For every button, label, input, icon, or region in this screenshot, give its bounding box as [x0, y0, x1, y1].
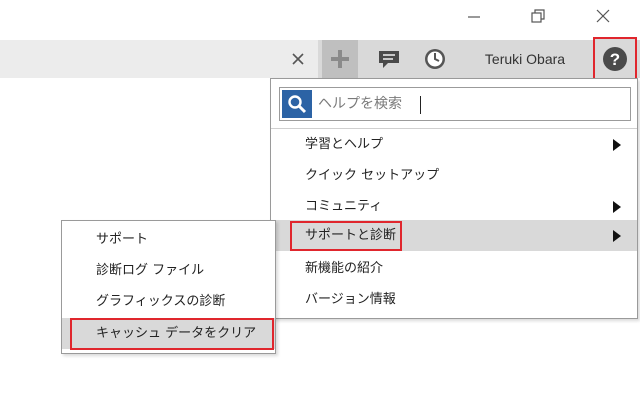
- menu-item-label: コミュニティ: [305, 199, 383, 214]
- submenu-arrow-icon: [613, 201, 621, 213]
- close-window-button[interactable]: [589, 6, 617, 28]
- menu-item-quick-setup[interactable]: クイック セットアップ: [271, 160, 637, 191]
- submenu-item-label: 診断ログ ファイル: [96, 263, 205, 278]
- help-search-box: [279, 87, 631, 121]
- clock-icon: [425, 49, 445, 69]
- support-submenu: サポート 診断ログ ファイル グラフィックスの診断 キャッシュ データをクリア: [61, 220, 276, 354]
- submenu-arrow-icon: [613, 139, 621, 151]
- question-circle-icon: ?: [603, 47, 627, 71]
- close-tab-icon: [292, 53, 304, 65]
- user-name[interactable]: Teruki Obara: [465, 40, 585, 78]
- menu-item-support-diagnostics[interactable]: サポートと診断: [271, 220, 637, 251]
- menu-item-label: サポートと診断: [305, 228, 397, 243]
- submenu-item-label: サポート: [96, 232, 149, 247]
- help-search-input[interactable]: [318, 91, 618, 117]
- menu-item-label: 新機能の紹介: [305, 261, 384, 276]
- submenu-item-clear-cache[interactable]: キャッシュ データをクリア: [62, 318, 275, 350]
- restore-button[interactable]: [524, 6, 552, 28]
- close-tab-button[interactable]: [288, 49, 308, 69]
- search-button[interactable]: [282, 90, 312, 118]
- menu-item-whats-new[interactable]: 新機能の紹介: [271, 253, 637, 284]
- text-caret: [420, 96, 421, 114]
- menu-item-version-info[interactable]: バージョン情報: [271, 284, 637, 315]
- minimize-icon: [468, 16, 480, 18]
- submenu-item-support[interactable]: サポート: [62, 224, 275, 255]
- menu-item-community[interactable]: コミュニティ: [271, 191, 637, 222]
- tab-area: [0, 40, 318, 78]
- toolbar: Teruki Obara ?: [0, 37, 640, 81]
- submenu-item-label: グラフィックスの診断: [96, 294, 226, 309]
- new-tab-button[interactable]: [322, 40, 358, 78]
- menu-item-label: クイック セットアップ: [305, 168, 440, 183]
- close-icon: [596, 9, 610, 23]
- search-icon: [288, 95, 307, 114]
- help-button[interactable]: ?: [593, 37, 637, 81]
- menu-item-learning-help[interactable]: 学習とヘルプ: [271, 129, 637, 160]
- comment-button[interactable]: [372, 40, 406, 78]
- submenu-item-diagnostic-log[interactable]: 診断ログ ファイル: [62, 255, 275, 286]
- comment-icon: [379, 51, 399, 68]
- submenu-arrow-icon: [613, 230, 621, 242]
- plus-icon: [331, 50, 349, 68]
- menu-item-label: 学習とヘルプ: [305, 137, 384, 152]
- help-menu: 学習とヘルプ クイック セットアップ コミュニティ サポートと診断 新機能の紹介…: [270, 78, 638, 319]
- minimize-button[interactable]: [460, 6, 488, 28]
- submenu-item-graphics-diagnostics[interactable]: グラフィックスの診断: [62, 286, 275, 317]
- history-button[interactable]: [418, 40, 452, 78]
- submenu-item-label: キャッシュ データをクリア: [96, 326, 257, 341]
- restore-icon: [531, 9, 545, 23]
- svg-text:?: ?: [610, 50, 620, 69]
- menu-item-label: バージョン情報: [305, 292, 396, 307]
